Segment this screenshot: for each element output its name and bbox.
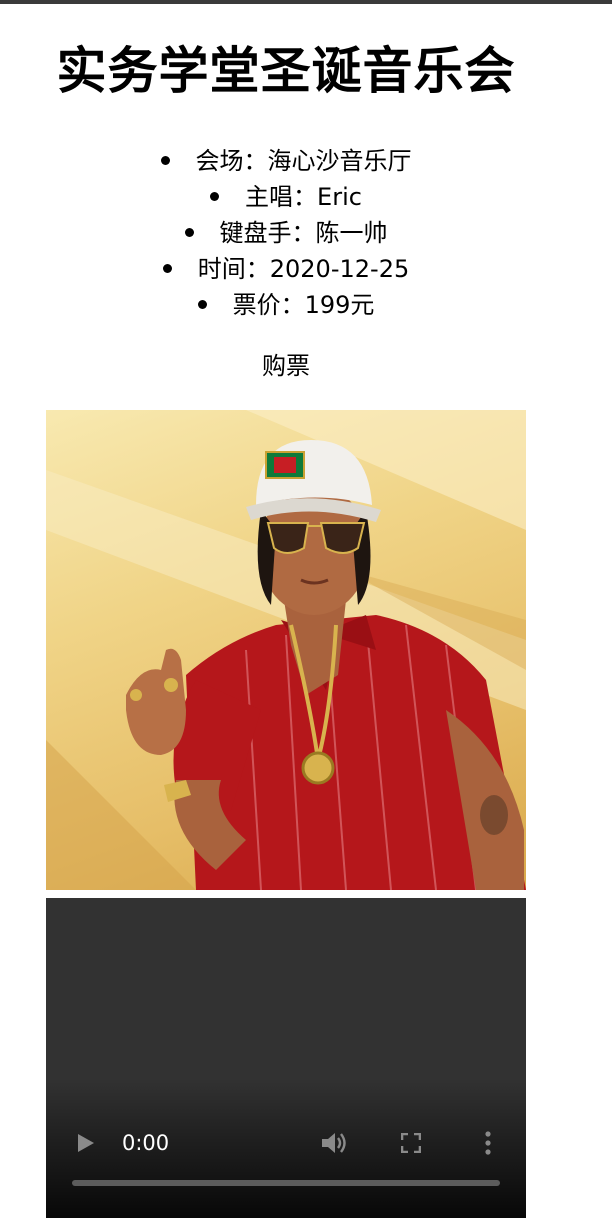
info-label: 会场	[195, 147, 244, 175]
info-value: 陈一帅	[315, 219, 388, 247]
info-item-keyboardist: 键盘手：陈一帅	[0, 215, 572, 251]
info-item-date: 时间：2020-12-25	[0, 251, 572, 287]
info-label: 键盘手	[219, 219, 292, 247]
info-value: 199元	[304, 291, 375, 319]
concert-info-list: 会场：海心沙音乐厅 主唱：Eric 键盘手：陈一帅 时间：2020-12-25 …	[0, 143, 572, 323]
info-value: 海心沙音乐厅	[267, 147, 412, 175]
info-item-venue: 会场：海心沙音乐厅	[0, 143, 572, 179]
video-controls: 0:00	[46, 1120, 526, 1166]
page-title: 实务学堂圣诞音乐会	[56, 42, 516, 100]
page: 实务学堂圣诞音乐会 会场：海心沙音乐厅 主唱：Eric 键盘手：陈一帅 时间：2…	[0, 0, 572, 1230]
singer-photo	[46, 410, 526, 890]
info-label: 票价	[232, 291, 281, 319]
singer-photo-illustration	[46, 410, 526, 890]
info-item-price: 票价：199元	[0, 287, 572, 323]
bullet-icon	[210, 191, 220, 201]
fullscreen-icon[interactable]	[401, 1133, 421, 1153]
play-icon[interactable]	[74, 1132, 96, 1154]
info-item-vocalist: 主唱：Eric	[0, 179, 572, 215]
bullet-icon	[197, 299, 207, 309]
bullet-icon	[184, 227, 194, 237]
info-value: 2020-12-25	[269, 255, 410, 283]
video-progress-bar[interactable]	[72, 1180, 500, 1186]
more-vert-icon[interactable]	[480, 1130, 496, 1156]
info-value: Eric	[317, 183, 362, 211]
volume-icon[interactable]	[320, 1130, 348, 1156]
buy-ticket-link[interactable]: 购票	[0, 348, 572, 384]
info-label: 时间	[197, 255, 246, 283]
video-current-time: 0:00	[122, 1131, 170, 1155]
bullet-icon	[162, 263, 172, 273]
bullet-icon	[160, 155, 170, 165]
info-label: 主唱	[245, 183, 294, 211]
video-player[interactable]: 0:00	[46, 898, 526, 1218]
